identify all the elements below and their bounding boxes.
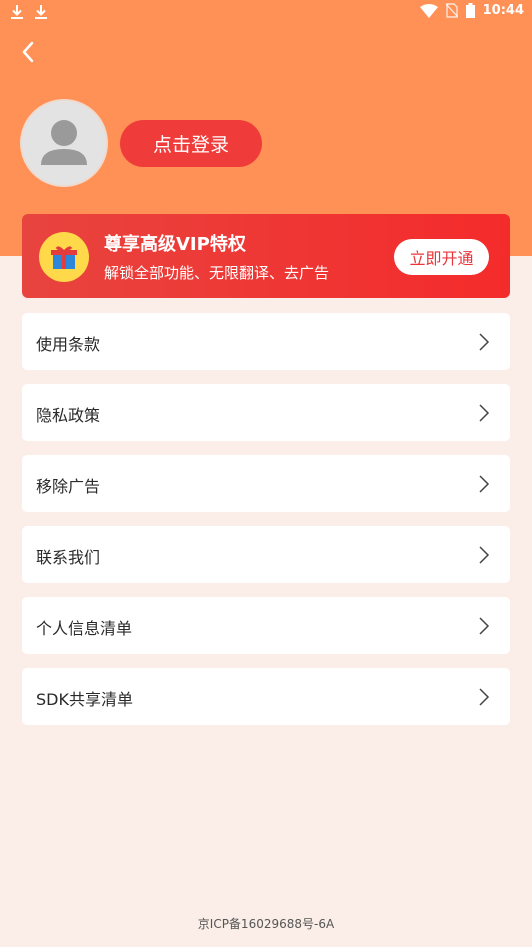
menu-item-contact[interactable]: 联系我们 — [22, 526, 510, 583]
menu-item-label: 个人信息清单 — [36, 619, 133, 638]
no-sim-icon — [445, 3, 458, 18]
gift-icon — [51, 246, 77, 269]
menu-item-label: 移除广告 — [36, 477, 101, 496]
menu-item-remove-ads[interactable]: 移除广告 — [22, 455, 510, 512]
icp-footer: 京ICP备16029688号-6A — [197, 917, 335, 931]
vip-banner[interactable]: 尊享高级VIP特权 解锁全部功能、无限翻译、去广告 立即开通 — [22, 214, 510, 298]
menu-item-privacy[interactable]: 隐私政策 — [22, 384, 510, 441]
chevron-right-icon — [479, 404, 490, 422]
status-bar: 10:44 — [0, 0, 532, 26]
wifi-icon — [419, 3, 438, 18]
vip-title: 尊享高级VIP特权 — [104, 234, 246, 255]
login-button[interactable]: 点击登录 — [120, 120, 262, 167]
menu-item-sdk-list[interactable]: SDK共享清单 — [22, 668, 510, 725]
menu-item-terms[interactable]: 使用条款 — [22, 313, 510, 370]
chevron-left-icon — [22, 41, 34, 63]
menu-item-label: SDK共享清单 — [36, 690, 133, 709]
menu-item-label: 联系我们 — [36, 548, 101, 567]
menu-item-personal-info[interactable]: 个人信息清单 — [22, 597, 510, 654]
chevron-right-icon — [479, 617, 490, 635]
chevron-right-icon — [479, 688, 490, 706]
default-avatar-icon — [22, 101, 106, 185]
status-right-icons: 10:44 — [419, 3, 524, 18]
vip-gift-badge — [39, 232, 89, 282]
status-left-icons — [10, 3, 48, 21]
download-icon — [35, 5, 47, 19]
avatar[interactable] — [20, 99, 108, 187]
chevron-right-icon — [479, 333, 490, 351]
settings-screen: 10:44 点击登录 尊享高级VIP特权 解锁全部功能、无限翻译、去广告 立即开… — [0, 0, 532, 947]
download-icon — [11, 5, 23, 19]
vip-subtitle: 解锁全部功能、无限翻译、去广告 — [104, 264, 330, 282]
back-button[interactable] — [14, 36, 42, 68]
status-time: 10:44 — [482, 3, 524, 18]
menu-item-label: 隐私政策 — [36, 406, 101, 425]
menu-item-label: 使用条款 — [36, 335, 101, 354]
battery-icon — [465, 3, 475, 18]
chevron-right-icon — [479, 546, 490, 564]
vip-activate-button[interactable]: 立即开通 — [394, 239, 489, 275]
chevron-right-icon — [479, 475, 490, 493]
